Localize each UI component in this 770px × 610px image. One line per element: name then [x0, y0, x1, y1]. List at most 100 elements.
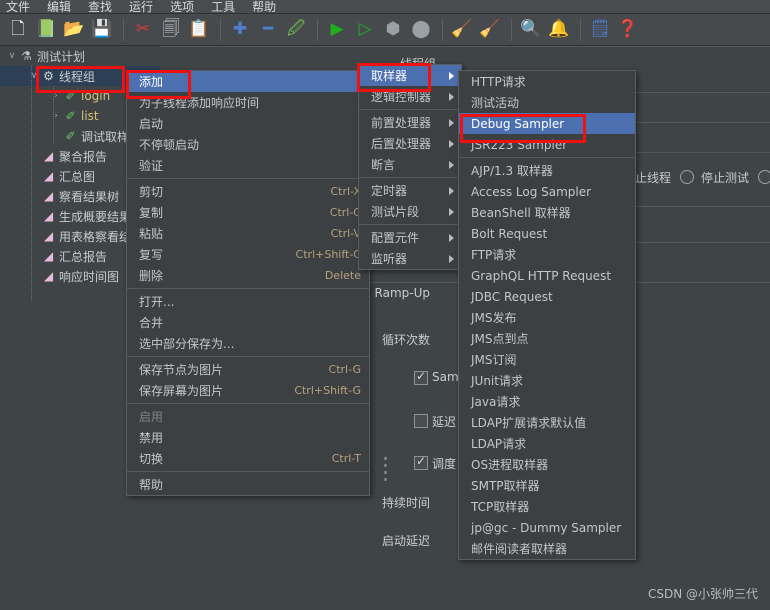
menu-item[interactable]: JMS点到点: [459, 328, 635, 349]
menu-item[interactable]: BeanShell 取样器: [459, 202, 635, 223]
collapse-all-icon[interactable]: ━: [255, 17, 281, 43]
menu-item[interactable]: 测试片段: [359, 201, 461, 222]
menu-item[interactable]: 邮件阅读者取样器: [459, 538, 635, 559]
clear-all-icon[interactable]: 🧹: [477, 17, 503, 43]
menubar-item-0[interactable]: 文件: [6, 1, 30, 13]
menu-item[interactable]: 删除 Delete: [127, 265, 369, 286]
templates-icon[interactable]: 📗: [33, 17, 59, 43]
menu-item[interactable]: 打开...: [127, 291, 369, 312]
menu-item[interactable]: 帮助: [127, 474, 369, 495]
menu-item[interactable]: 复写 Ctrl+Shift-C: [127, 244, 369, 265]
menu-item[interactable]: 合并: [127, 312, 369, 333]
chevron-right-icon[interactable]: ›: [50, 111, 62, 121]
toggle-icon[interactable]: 🖉: [283, 17, 309, 43]
tree-node-label: 生成概要结果: [59, 209, 132, 224]
same-user-checkbox[interactable]: [414, 369, 428, 385]
menu-item[interactable]: 配置元件: [359, 227, 461, 248]
menu-item[interactable]: 切换 Ctrl-T: [127, 448, 369, 469]
menu-item-label: 后置处理器: [371, 137, 432, 151]
menu-item[interactable]: OS进程取样器: [459, 454, 635, 475]
menu-item[interactable]: 为子线程添加响应时间: [127, 92, 369, 113]
menubar-item-6[interactable]: 帮助: [252, 1, 276, 13]
menu-item[interactable]: 逻辑控制器: [359, 86, 461, 107]
menu-item[interactable]: JSR223 Sampler: [459, 134, 635, 155]
menu-item[interactable]: 保存节点为图片 Ctrl-G: [127, 359, 369, 380]
chevron-right-icon[interactable]: ›: [50, 91, 62, 101]
help-icon[interactable]: ❓: [615, 17, 641, 43]
clear-icon[interactable]: 🧹: [449, 17, 475, 43]
menu-item[interactable]: 监听器: [359, 248, 461, 269]
menu-item[interactable]: LDAP请求: [459, 433, 635, 454]
menu-item[interactable]: 粘贴 Ctrl-V: [127, 223, 369, 244]
menu-bar: 文件 编辑 查找 运行 选项 工具 帮助: [0, 0, 770, 14]
start-no-pause-icon[interactable]: ▷: [352, 17, 378, 43]
menu-item[interactable]: 前置处理器: [359, 112, 461, 133]
menu-item[interactable]: 不停顿启动: [127, 134, 369, 155]
menu-item[interactable]: TCP取样器: [459, 496, 635, 517]
function-helper-icon[interactable]: 🗒: [587, 17, 613, 43]
menu-item[interactable]: AJP/1.3 取样器: [459, 160, 635, 181]
menu-item[interactable]: GraphQL HTTP Request: [459, 265, 635, 286]
tree-node-0[interactable]: ∨ ⚗ 测试计划: [0, 46, 160, 66]
split-pane-handle[interactable]: [383, 455, 388, 483]
shutdown-icon[interactable]: ⬤: [408, 17, 434, 43]
menu-item[interactable]: Bolt Request: [459, 223, 635, 244]
chevron-down-icon[interactable]: ∨: [28, 71, 40, 81]
menubar-item-1[interactable]: 编辑: [47, 1, 71, 13]
menu-item[interactable]: LDAP扩展请求默认值: [459, 412, 635, 433]
menu-item[interactable]: 禁用: [127, 427, 369, 448]
tree-context-menu[interactable]: 添加 为子线程添加响应时间 启动 不停顿启动 验证剪切 Ctrl-X 复制 Ctrl-C 粘贴 C…: [126, 70, 370, 496]
save-icon-glyph: 💾: [91, 19, 113, 39]
menubar-item-2[interactable]: 查找: [88, 1, 112, 13]
menu-item[interactable]: 选中部分保存为...: [127, 333, 369, 354]
menu-item[interactable]: Access Log Sampler: [459, 181, 635, 202]
submenu-arrow-icon: [449, 186, 454, 195]
copy-icon[interactable]: 🗐: [158, 17, 184, 43]
menu-item[interactable]: 剪切 Ctrl-X: [127, 181, 369, 202]
search-icon[interactable]: 🔍: [518, 17, 544, 43]
menu-item[interactable]: 启用: [127, 406, 369, 427]
on-error-stop-thread-radio[interactable]: [680, 170, 694, 184]
menubar-item-4[interactable]: 选项: [170, 1, 194, 13]
new-test-plan-icon[interactable]: 🗋: [5, 17, 31, 43]
menu-item[interactable]: 添加: [127, 71, 369, 92]
menu-item[interactable]: JMS订阅: [459, 349, 635, 370]
on-error-stop-test-radio[interactable]: [758, 170, 770, 184]
menu-item[interactable]: 取样器: [359, 65, 461, 86]
jmeter-window: 文件编辑查找运行选项工具帮助 🗋📗📂💾✂🗐📋✚━🖉▶▷⬢⬤🧹🧹🔍🔔🗒❓ 线程组 …: [0, 0, 770, 610]
menu-item[interactable]: SMTP取样器: [459, 475, 635, 496]
menu-item[interactable]: Java请求: [459, 391, 635, 412]
start-icon[interactable]: ▶: [324, 17, 350, 43]
menu-item[interactable]: JMS发布: [459, 307, 635, 328]
menubar-item-3[interactable]: 运行: [129, 1, 153, 13]
cut-icon[interactable]: ✂: [130, 17, 156, 43]
menu-item[interactable]: 断言: [359, 154, 461, 175]
menu-item[interactable]: JDBC Request: [459, 286, 635, 307]
sampler-submenu[interactable]: HTTP请求 测试活动 Debug Sampler JSR223 Sampler AJP…: [458, 70, 636, 560]
scheduler-checkbox[interactable]: [414, 454, 428, 470]
menu-item[interactable]: JUnit请求: [459, 370, 635, 391]
menu-item[interactable]: 后置处理器: [359, 133, 461, 154]
menu-item[interactable]: 验证: [127, 155, 369, 176]
menu-item[interactable]: 保存屏幕为图片 Ctrl+Shift-G: [127, 380, 369, 401]
save-icon[interactable]: 💾: [89, 17, 115, 43]
paste-icon[interactable]: 📋: [186, 17, 212, 43]
add-submenu[interactable]: 取样器 逻辑控制器前置处理器后置处理器断言定时器 测试片段配置元件 监听器: [358, 64, 462, 270]
menu-item[interactable]: 测试活动: [459, 92, 635, 113]
menu-item[interactable]: FTP请求: [459, 244, 635, 265]
menu-item[interactable]: 定时器: [359, 180, 461, 201]
menu-item[interactable]: Debug Sampler: [459, 113, 635, 134]
chevron-down-icon[interactable]: ∨: [6, 51, 18, 61]
menu-item[interactable]: HTTP请求: [459, 71, 635, 92]
menu-item[interactable]: 启动: [127, 113, 369, 134]
stop-icon[interactable]: ⬢: [380, 17, 406, 43]
expand-all-icon[interactable]: ✚: [227, 17, 253, 43]
menu-item[interactable]: 复制 Ctrl-C: [127, 202, 369, 223]
menu-item-label: 断言: [371, 158, 396, 172]
menubar-item-5[interactable]: 工具: [211, 1, 235, 13]
open-icon[interactable]: 📂: [61, 17, 87, 43]
reset-search-icon[interactable]: 🔔: [546, 17, 572, 43]
menu-item-label: AJP/1.3 取样器: [471, 164, 553, 178]
menu-item[interactable]: jp@gc - Dummy Sampler: [459, 517, 635, 538]
delay-checkbox[interactable]: [414, 414, 428, 428]
